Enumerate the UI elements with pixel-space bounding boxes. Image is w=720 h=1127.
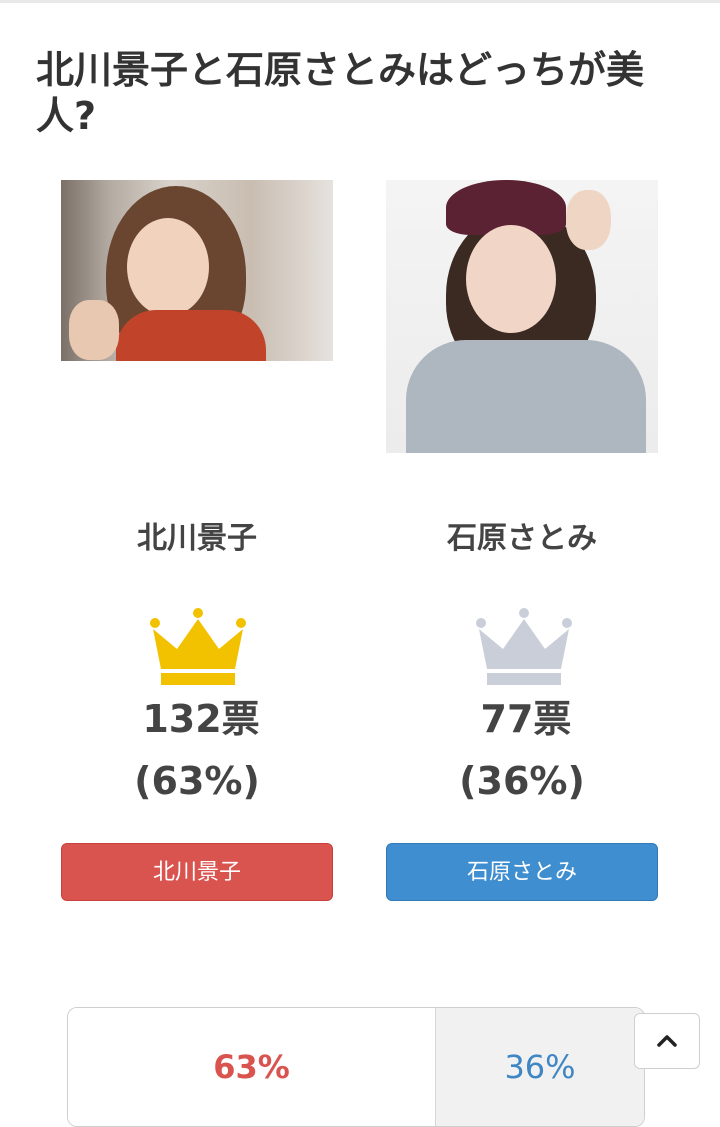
chevron-up-icon xyxy=(657,1035,677,1047)
result-percent-right: 36% xyxy=(435,1008,644,1126)
candidate-name-left: 北川景子 xyxy=(137,521,257,556)
page-title: 北川景子と石原さとみはどっちが美人? xyxy=(36,48,645,139)
vote-count-left: 132票 xyxy=(142,697,260,741)
candidate-name-right: 石原さとみ xyxy=(447,521,597,556)
candidate-left xyxy=(61,180,333,361)
vote-percent-left: (63%) xyxy=(134,759,260,803)
vote-count-right: 77票 xyxy=(480,697,572,741)
vote-button-kitagawa[interactable]: 北川景子 xyxy=(61,843,333,901)
scroll-to-top-button[interactable] xyxy=(634,1013,700,1069)
gold-crown-icon xyxy=(150,608,246,685)
result-bar: 63% 36% xyxy=(67,1007,645,1127)
silver-crown-icon xyxy=(476,608,572,685)
vote-percent-right: (36%) xyxy=(459,759,585,803)
candidate-photo-ishihara xyxy=(386,180,658,453)
candidate-photo-kitagawa xyxy=(61,180,333,361)
top-divider xyxy=(0,0,720,3)
result-percent-left: 63% xyxy=(68,1008,435,1126)
candidate-right xyxy=(386,180,658,453)
vote-button-ishihara[interactable]: 石原さとみ xyxy=(386,843,658,901)
